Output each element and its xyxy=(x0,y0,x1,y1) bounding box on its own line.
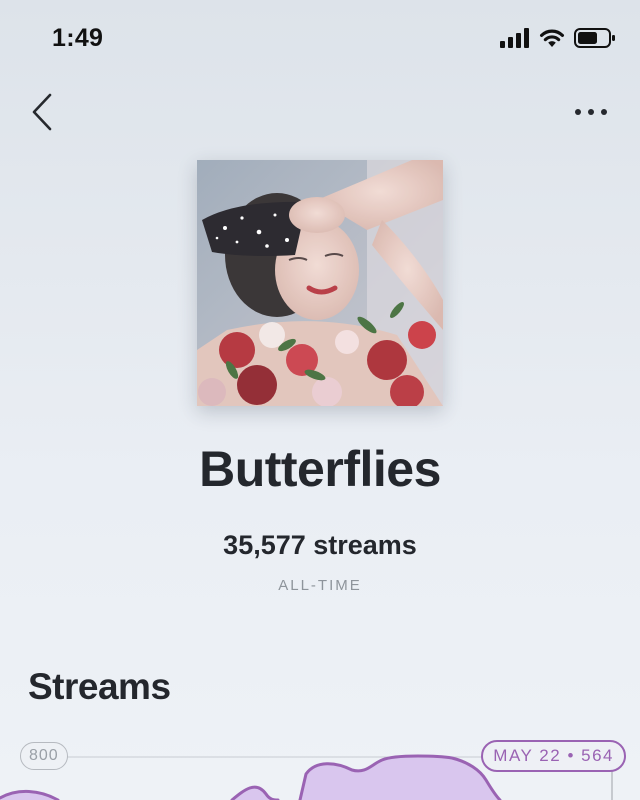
album-cover xyxy=(197,160,443,406)
tooltip-separator: • xyxy=(567,746,575,765)
tooltip-value: 564 xyxy=(581,746,614,765)
cellular-signal-icon xyxy=(500,28,530,48)
nav-bar xyxy=(0,86,640,142)
battery-icon xyxy=(574,27,616,49)
stream-count: 35,577 streams xyxy=(223,530,417,560)
y-axis-max-label: 800 xyxy=(20,742,68,770)
wifi-icon xyxy=(539,28,565,48)
back-button[interactable] xyxy=(20,90,64,134)
chart-area xyxy=(0,756,500,800)
chevron-left-icon xyxy=(32,93,52,131)
status-time: 1:49 xyxy=(52,24,104,52)
status-bar: 1:49 xyxy=(0,0,640,76)
chart-tooltip: MAY 22 • 564 xyxy=(481,740,626,772)
track-title: Butterflies xyxy=(199,441,441,497)
streams-section-title: Streams xyxy=(28,666,171,707)
status-icons xyxy=(500,27,616,49)
more-button[interactable] xyxy=(566,90,616,134)
more-horizontal-icon xyxy=(575,109,607,115)
tooltip-date: MAY 22 xyxy=(493,746,562,765)
streams-chart[interactable]: 800 MAY 22 • 564 xyxy=(0,730,640,800)
period-label[interactable]: ALL-TIME xyxy=(0,577,640,594)
